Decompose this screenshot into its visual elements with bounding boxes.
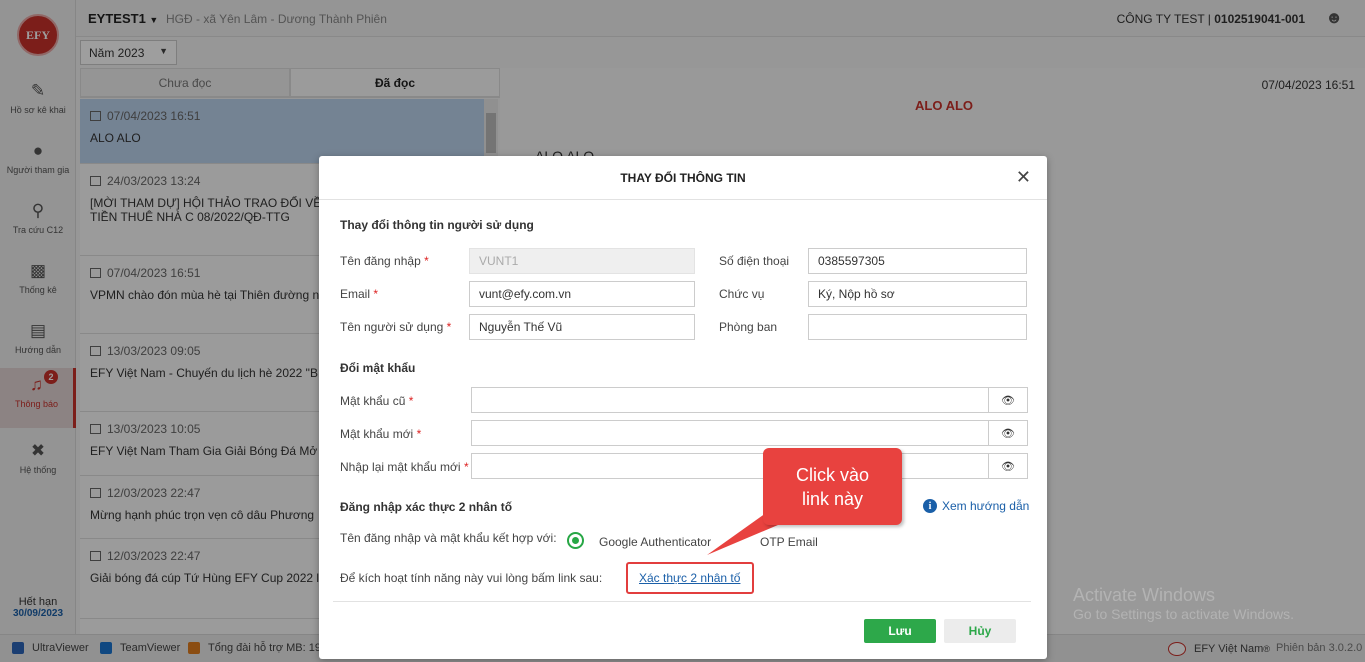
eye-icon[interactable]: 👁 xyxy=(988,420,1028,446)
required-mark: * xyxy=(424,254,429,268)
email-label: Email * xyxy=(340,287,378,301)
phone-label: Số điện thoại xyxy=(719,254,790,268)
close-icon[interactable]: ✕ xyxy=(1016,167,1031,188)
position-label: Chức vụ xyxy=(719,287,765,301)
phone-field[interactable]: 0385597305 xyxy=(808,248,1027,274)
section-2fa: Đăng nhập xác thực 2 nhân tố xyxy=(340,500,513,514)
label-text: Tên người sử dụng xyxy=(340,320,444,334)
email-field[interactable]: vunt@efy.com.vn xyxy=(469,281,695,307)
new-password-label: Mật khẩu mới * xyxy=(340,427,421,441)
position-field[interactable]: Ký, Nộp hồ sơ xyxy=(808,281,1027,307)
confirm-password-label: Nhập lại mật khẩu mới * xyxy=(340,460,469,474)
modal-title: THAY ĐỔI THÔNG TIN xyxy=(620,171,746,185)
radio-google-authenticator[interactable] xyxy=(567,532,584,549)
label-text: Nhập lại mật khẩu mới xyxy=(340,460,461,474)
old-password-label: Mật khẩu cũ * xyxy=(340,394,413,408)
new-password-field[interactable] xyxy=(471,420,989,446)
info-icon: i xyxy=(923,499,937,513)
required-mark: * xyxy=(416,427,422,441)
activate-label: Để kích hoạt tính năng này vui lòng bấm … xyxy=(340,571,603,585)
label-text: Mật khẩu cũ xyxy=(340,394,406,408)
label-text: Email xyxy=(340,287,371,301)
label-text: Mật khẩu mới xyxy=(340,427,414,441)
guide-link-text: Xem hướng dẫn xyxy=(942,499,1030,513)
guide-link[interactable]: i Xem hướng dẫn xyxy=(923,499,1029,513)
eye-icon[interactable]: 👁 xyxy=(988,387,1028,413)
callout-line1: Click vào xyxy=(795,465,870,485)
change-info-modal: THAY ĐỔI THÔNG TIN ✕ Thay đổi thông tin … xyxy=(319,156,1047,659)
required-mark: * xyxy=(373,287,379,301)
label-text: Tên đăng nhập xyxy=(340,254,421,268)
department-field[interactable] xyxy=(808,314,1027,340)
department-label: Phòng ban xyxy=(719,320,778,334)
section-change-password: Đổi mật khẩu xyxy=(340,361,416,375)
radio-dot xyxy=(572,537,579,544)
confirm-password-field[interactable] xyxy=(471,453,989,479)
required-mark: * xyxy=(463,460,469,474)
watermark-line1: Activate Windows xyxy=(1073,585,1216,605)
required-mark: * xyxy=(408,394,414,408)
callout-annotation: Click vào link này xyxy=(763,448,902,525)
highlight-box xyxy=(626,562,754,594)
modal-footer-divider xyxy=(333,601,1031,602)
eye-icon[interactable]: 👁 xyxy=(988,453,1028,479)
watermark-line2: Go to Settings to activate Windows. xyxy=(1073,606,1294,622)
username-label: Tên đăng nhập * xyxy=(340,254,429,268)
username-field: VUNT1 xyxy=(469,248,695,274)
cancel-button[interactable]: Hủy xyxy=(944,619,1016,643)
modal-header: THAY ĐỔI THÔNG TIN ✕ xyxy=(319,156,1047,200)
fullname-label: Tên người sử dụng * xyxy=(340,320,451,334)
required-mark: * xyxy=(446,320,452,334)
old-password-field[interactable] xyxy=(471,387,989,413)
callout-line2: link này xyxy=(801,489,864,509)
save-button[interactable]: Lưu xyxy=(864,619,936,643)
fullname-field[interactable]: Nguyễn Thế Vũ xyxy=(469,314,695,340)
section-user-info: Thay đổi thông tin người sử dụng xyxy=(340,218,534,232)
windows-activation-watermark: Activate Windows Go to Settings to activ… xyxy=(1073,585,1294,622)
combo-label: Tên đăng nhập và mật khẩu kết hợp với: xyxy=(340,531,557,545)
